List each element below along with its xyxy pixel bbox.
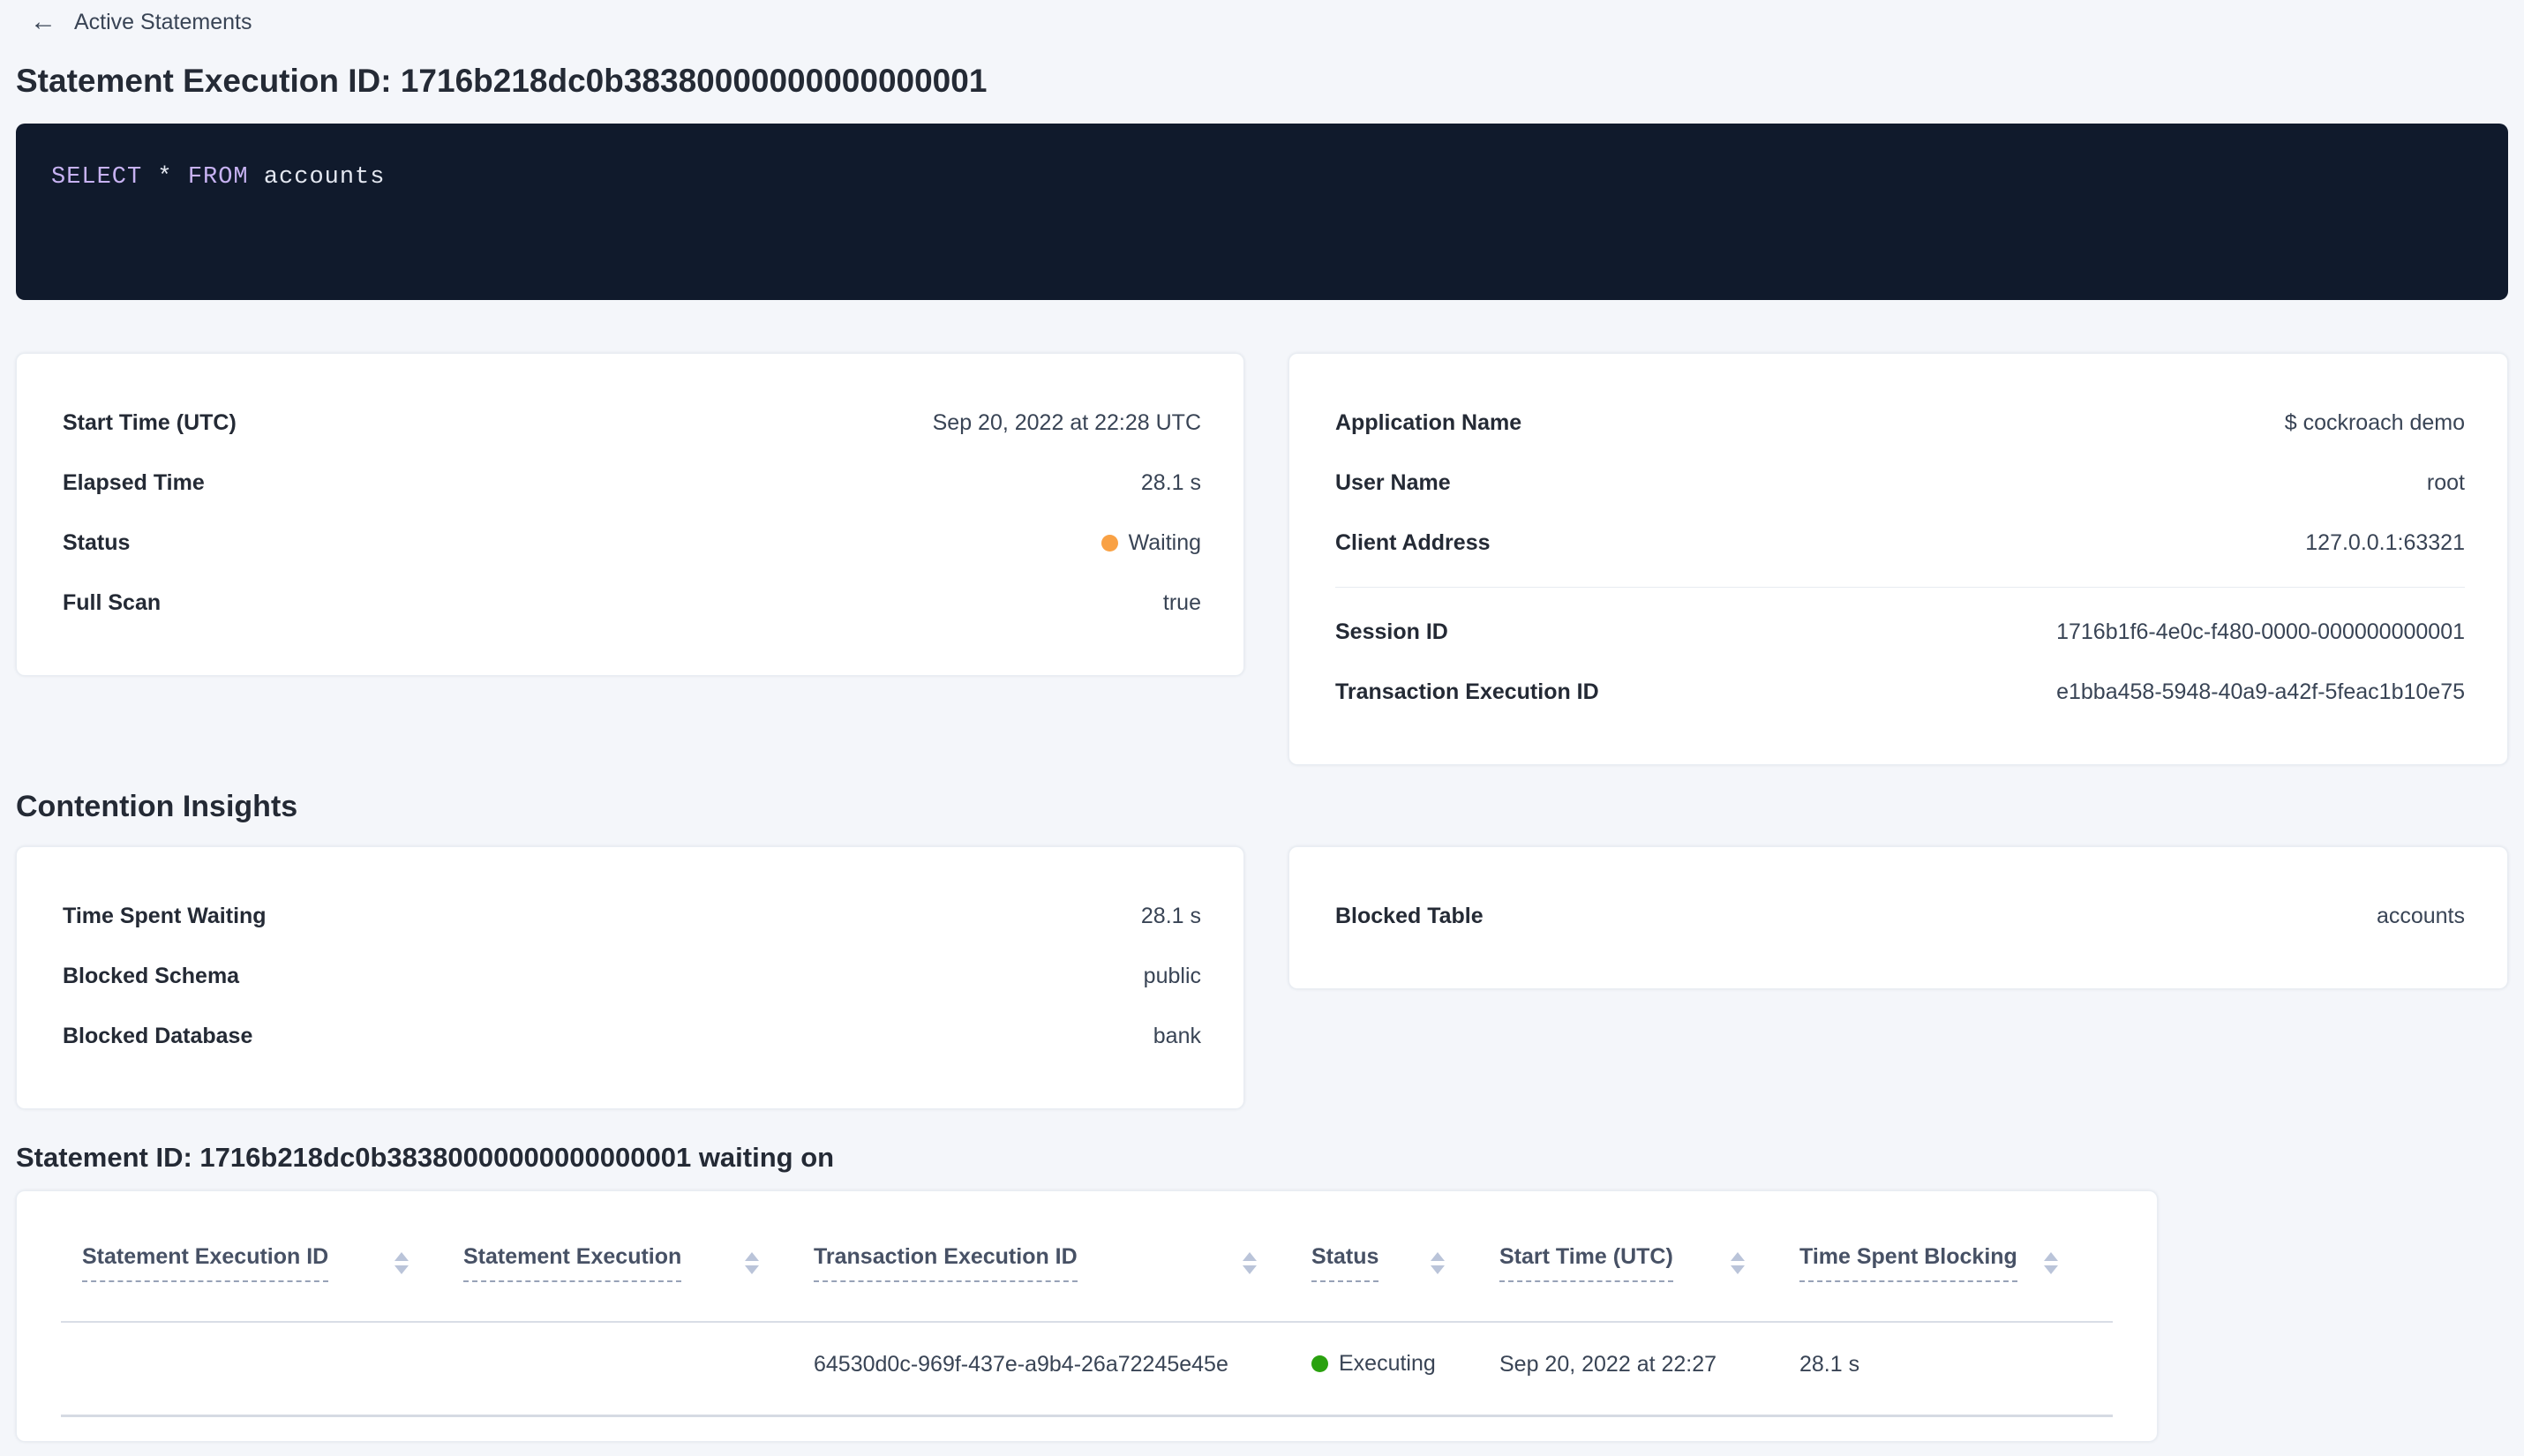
table-header-row: Statement Execution ID Statement Executi… [61,1191,2113,1323]
cell-statement-execution-id [61,1322,463,1417]
kv-value: Sep 20, 2022 at 22:28 UTC [932,410,1201,435]
kv-value: 28.1 s [1140,470,1201,495]
kv-value: $ cockroach demo [2284,410,2465,435]
kv-label: Transaction Execution ID [1335,679,1599,704]
kv-row-blocked-database: Blocked Database bank [63,1006,1201,1066]
kv-label: Status [63,530,131,555]
kv-row-time-spent-waiting: Time Spent Waiting 28.1 s [63,886,1201,946]
kv-value: accounts [2376,904,2465,928]
status-badge: Executing [1311,1351,1436,1377]
contention-section: Time Spent Waiting 28.1 s Blocked Schema… [16,846,2508,1109]
back-link[interactable]: ← Active Statements [30,9,252,35]
status-text: Executing [1339,1351,1436,1376]
card-divider [1335,587,2465,588]
session-details-card: Application Name $ cockroach demo User N… [1288,353,2508,765]
sort-icon[interactable] [745,1252,759,1274]
waiting-statements-table: Statement Execution ID Statement Executi… [61,1191,2113,1417]
kv-row-session-id: Session ID 1716b1f6-4e0c-f480-0000-00000… [1335,602,2465,662]
kv-label: Blocked Database [63,1024,253,1048]
column-label[interactable]: Statement Execution [463,1244,682,1282]
kv-row-start-time: Start Time (UTC) Sep 20, 2022 at 22:28 U… [63,393,1201,453]
cell-transaction-execution-id: 64530d0c-969f-437e-a9b4-26a72245e45e [814,1322,1311,1417]
sort-icon[interactable] [1731,1252,1745,1274]
cell-time-spent-blocking: 28.1 s [1799,1322,2113,1417]
table-row: 64530d0c-969f-437e-a9b4-26a72245e45e Exe… [61,1322,2113,1417]
waiting-status-dot-icon [1100,534,1118,552]
sort-icon[interactable] [2044,1252,2058,1274]
kv-label: Session ID [1335,619,1448,644]
kv-label: Client Address [1335,530,1491,555]
kv-label: Full Scan [63,590,162,615]
sql-statement-box: SELECT * FROM accounts [16,124,2508,300]
kv-label: Blocked Schema [63,964,240,988]
kv-label: User Name [1335,470,1451,495]
kv-row-client-address: Client Address 127.0.0.1:63321 [1335,513,2465,573]
statement-execution-page: ← Active Statements Statement Execution … [0,0,2524,1442]
kv-row-blocked-table: Blocked Table accounts [1335,886,2465,946]
executing-status-dot-icon [1311,1355,1328,1372]
sql-star: * [157,164,173,191]
sql-table-name: accounts [263,164,386,191]
column-label[interactable]: Statement Execution ID [82,1244,329,1282]
kv-label: Blocked Table [1335,904,1484,928]
back-arrow-icon: ← [30,7,56,36]
sort-icon[interactable] [1243,1252,1257,1274]
column-header-transaction-execution-id: Transaction Execution ID [814,1191,1311,1323]
column-header-statement-execution: Statement Execution [463,1191,814,1323]
transaction-execution-id-link[interactable]: e1bba458-5948-40a9-a42f-5feac1b10e75 [2056,676,2465,708]
cell-status: Executing [1311,1322,1499,1417]
kv-value: 127.0.0.1:63321 [2305,530,2465,555]
kv-label: Elapsed Time [63,470,205,495]
waiting-on-heading: Statement ID: 1716b218dc0b38380000000000… [16,1142,835,1173]
kv-value: bank [1153,1024,1201,1048]
execution-details-card: Start Time (UTC) Sep 20, 2022 at 22:28 U… [16,353,1244,676]
kv-row-elapsed-time: Elapsed Time 28.1 s [63,453,1201,513]
sql-statement: SELECT * FROM accounts [51,162,2473,192]
kv-value: 28.1 s [1140,904,1201,928]
back-link-label: Active Statements [74,9,252,34]
column-label[interactable]: Time Spent Blocking [1799,1244,2017,1282]
status-text: Waiting [1128,530,1201,555]
cell-start-time: Sep 20, 2022 at 22:27 [1499,1322,1799,1417]
kv-label: Time Spent Waiting [63,904,267,928]
contention-insights-heading: Contention Insights [16,790,298,823]
status-badge: Waiting [1100,527,1201,559]
column-header-status: Status [1311,1191,1499,1323]
sort-icon[interactable] [394,1252,409,1274]
kv-value: true [1162,590,1201,615]
waiting-statements-table-card: Statement Execution ID Statement Executi… [16,1190,2158,1442]
sql-keyword-from: FROM [187,164,249,191]
kv-row-transaction-execution-id: Transaction Execution ID e1bba458-5948-4… [1335,662,2465,722]
kv-value: public [1143,964,1201,988]
column-header-start-time: Start Time (UTC) [1499,1191,1799,1323]
kv-row-application-name: Application Name $ cockroach demo [1335,393,2465,453]
kv-row-status: Status Waiting [63,513,1201,573]
session-id-link[interactable]: 1716b1f6-4e0c-f480-0000-000000000001 [2056,616,2465,648]
column-label[interactable]: Start Time (UTC) [1499,1244,1673,1282]
sort-icon[interactable] [1431,1252,1445,1274]
overview-section: Start Time (UTC) Sep 20, 2022 at 22:28 U… [16,353,2508,765]
sql-keyword-select: SELECT [51,164,143,191]
page-title: Statement Execution ID: 1716b218dc0b3838… [16,63,988,99]
kv-label: Application Name [1335,410,1522,435]
column-label[interactable]: Status [1311,1244,1379,1282]
kv-row-blocked-schema: Blocked Schema public [63,946,1201,1006]
kv-row-user-name: User Name root [1335,453,2465,513]
contention-details-card: Time Spent Waiting 28.1 s Blocked Schema… [16,846,1244,1109]
kv-row-full-scan: Full Scan true [63,573,1201,633]
kv-label: Start Time (UTC) [63,410,237,435]
blocked-table-card: Blocked Table accounts [1288,846,2508,989]
column-label[interactable]: Transaction Execution ID [814,1244,1078,1282]
column-header-statement-execution-id: Statement Execution ID [61,1191,463,1323]
column-header-time-spent-blocking: Time Spent Blocking [1799,1191,2113,1323]
kv-value: root [2426,470,2465,495]
cell-statement-execution [463,1322,814,1417]
